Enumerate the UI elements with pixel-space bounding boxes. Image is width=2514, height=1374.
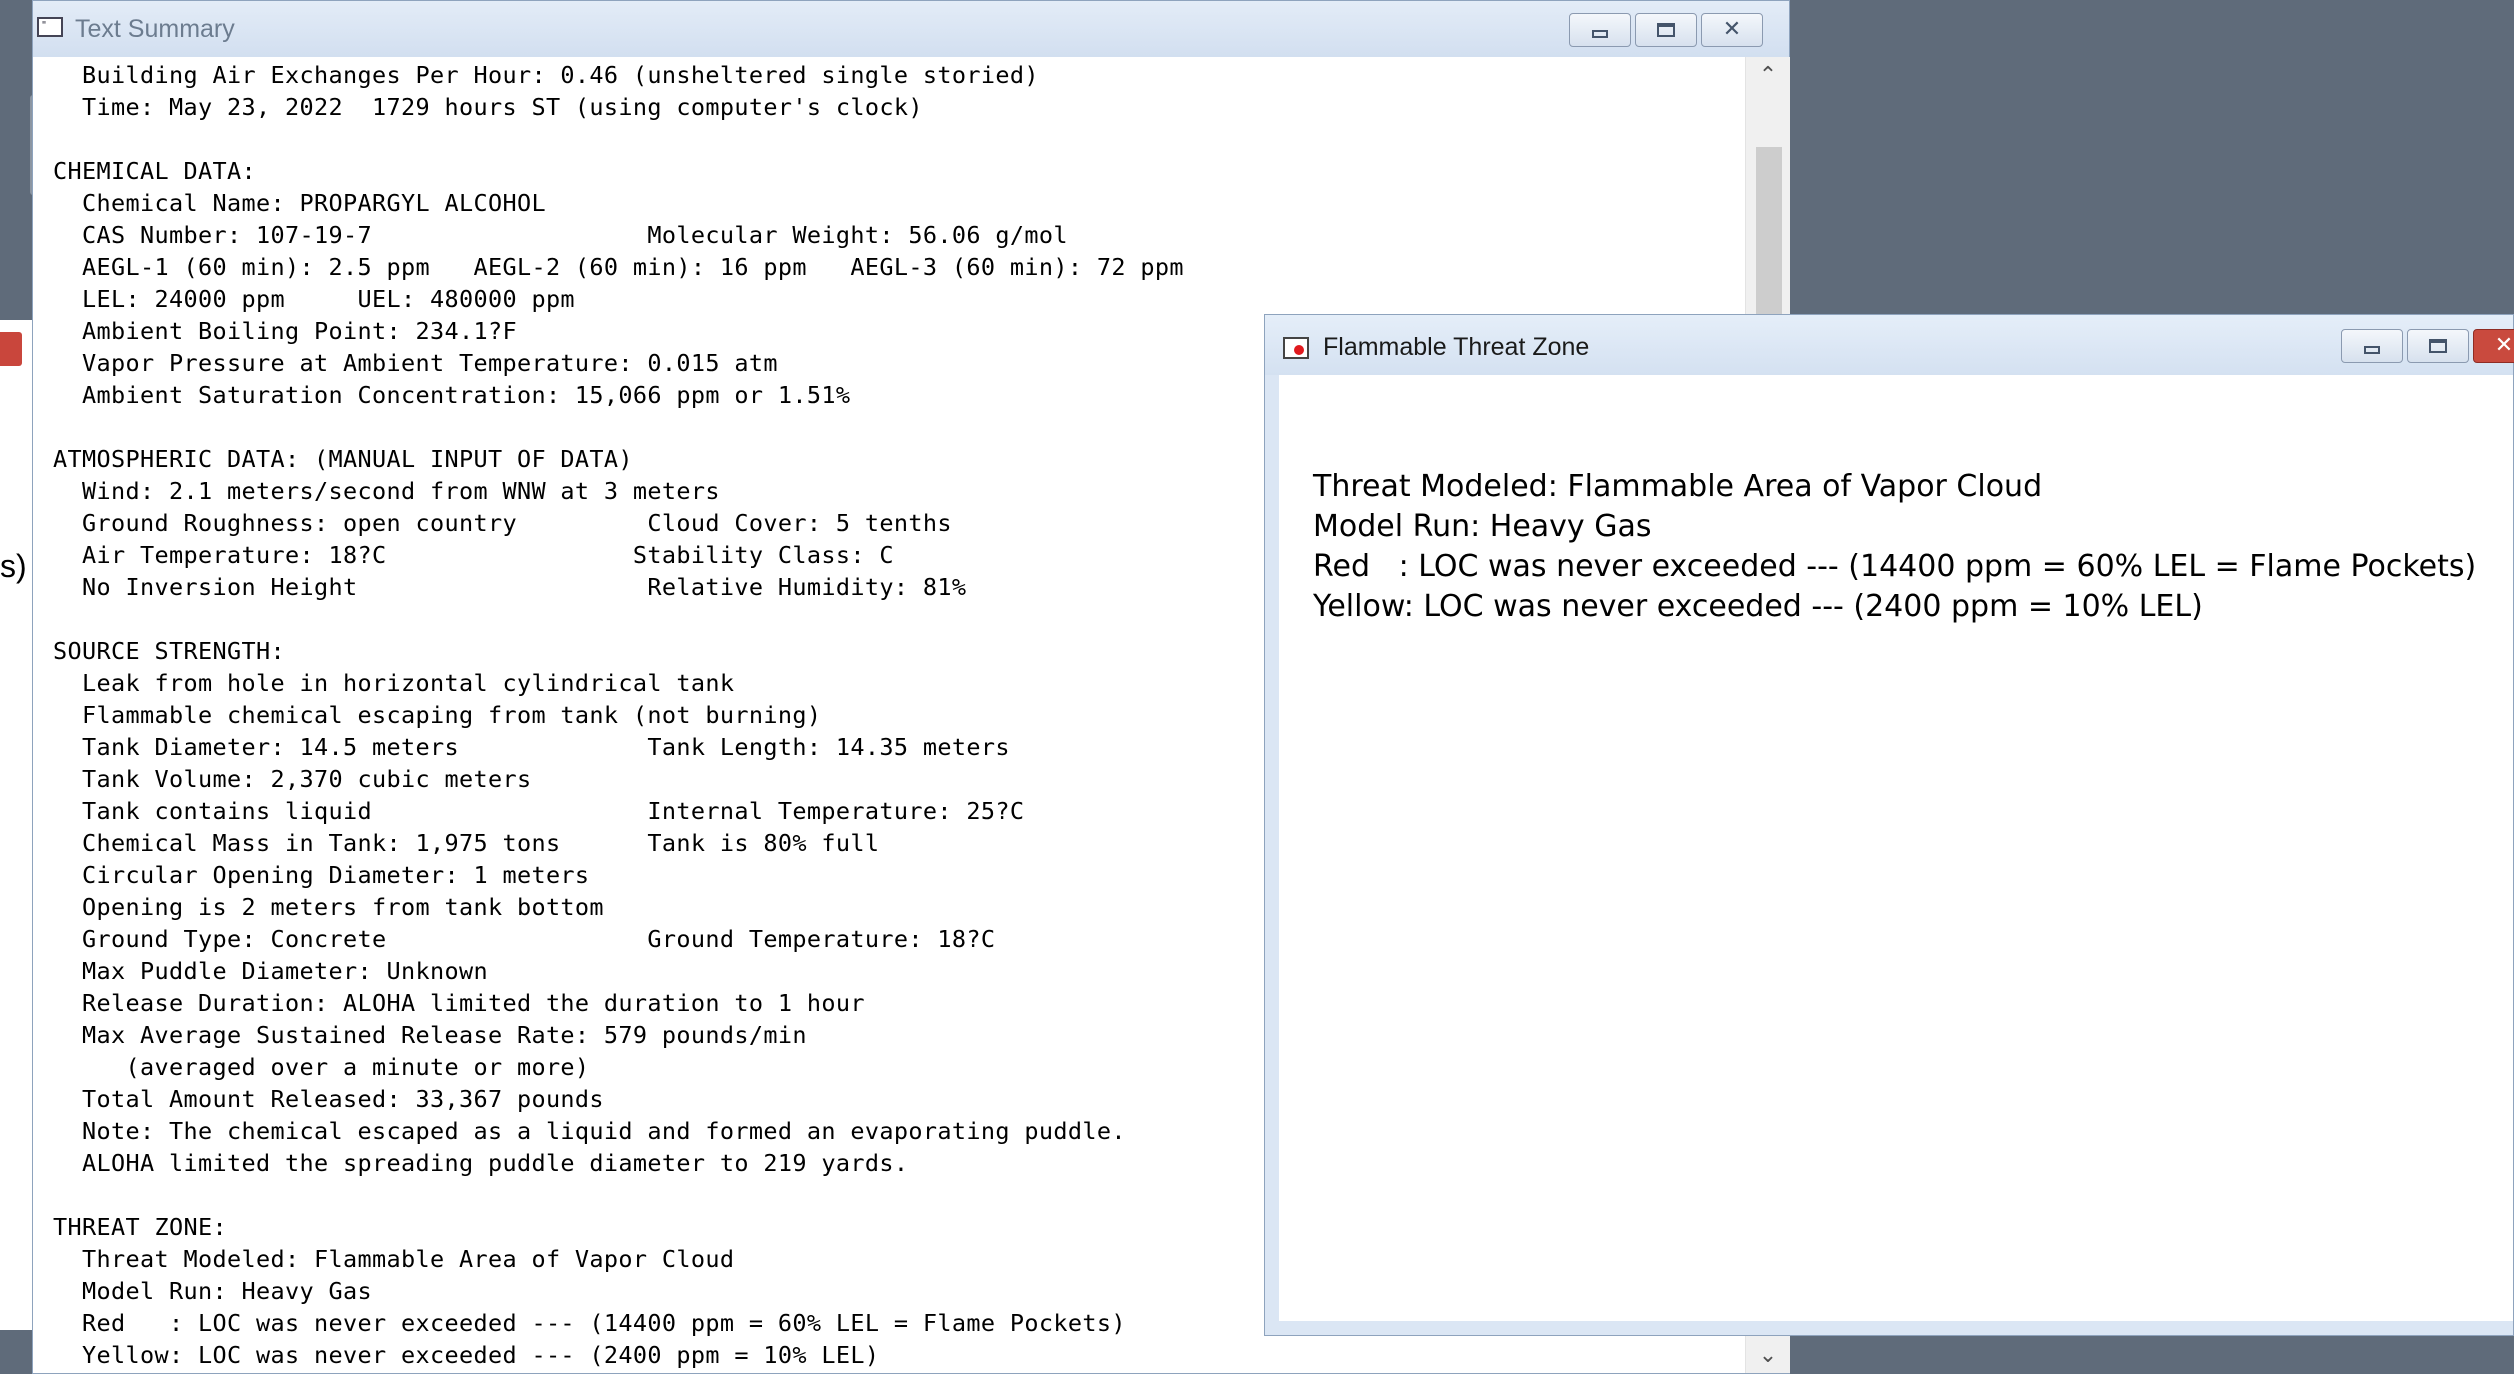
summary-line: Chemical Name: PROPARGYL ALCOHOL — [53, 189, 546, 217]
text-window-icon: " — [37, 17, 63, 37]
summary-line: Ground Type: Concrete Ground Temperature… — [53, 925, 996, 953]
summary-line: CAS Number: 107-19-7 Molecular Weight: 5… — [53, 221, 1068, 249]
summary-line: Note: The chemical escaped as a liquid a… — [53, 1117, 1126, 1145]
flammable-threat-zone-window: Flammable Threat Zone ✕ Threat Modeled: … — [1264, 314, 2514, 1336]
scroll-up-arrow-icon[interactable]: ⌃ — [1746, 59, 1790, 93]
summary-line: Leak from hole in horizontal cylindrical… — [53, 669, 735, 697]
close-icon: ✕ — [1722, 17, 1742, 42]
close-icon: ✕ — [2494, 333, 2514, 358]
summary-line — [53, 1179, 1184, 1211]
summary-line: Ground Roughness: open country Cloud Cov… — [53, 509, 952, 537]
summary-line: THREAT ZONE: — [53, 1213, 227, 1241]
maximize-icon — [1657, 23, 1675, 37]
flammable-threat-zone-title: Flammable Threat Zone — [1323, 333, 1590, 361]
background-window — [0, 320, 33, 1330]
minimize-icon — [2364, 346, 2380, 354]
summary-line: (averaged over a minute or more) — [53, 1053, 590, 1081]
threat-zone-summary: Threat Modeled: Flammable Area of Vapor … — [1313, 467, 2476, 627]
summary-line: Tank Diameter: 14.5 meters Tank Length: … — [53, 733, 1010, 761]
summary-line: LEL: 24000 ppm UEL: 480000 ppm — [53, 285, 575, 313]
flammable-threat-zone-titlebar[interactable]: Flammable Threat Zone ✕ — [1265, 315, 2514, 375]
minimize-button[interactable] — [1569, 13, 1631, 47]
maximize-button[interactable] — [1635, 13, 1697, 47]
threat-zone-line: Yellow: LOC was never exceeded --- (2400… — [1313, 589, 2203, 624]
summary-line — [53, 123, 1184, 155]
background-window-text: s) — [0, 548, 27, 584]
summary-line: Yellow: LOC was never exceeded --- (2400… — [53, 1341, 880, 1369]
summary-line: Tank Volume: 2,370 cubic meters — [53, 765, 532, 793]
summary-line: Tank contains liquid Internal Temperatur… — [53, 797, 1025, 825]
summary-line: ATMOSPHERIC DATA: (MANUAL INPUT OF DATA) — [53, 445, 633, 473]
summary-line: Total Amount Released: 33,367 pounds — [53, 1085, 604, 1113]
summary-line: Model Run: Heavy Gas — [53, 1277, 372, 1305]
ftz-minimize-button[interactable] — [2341, 329, 2403, 363]
scroll-down-arrow-icon[interactable]: ⌄ — [1746, 1339, 1790, 1373]
threat-zone-window-icon — [1283, 337, 1309, 359]
summary-line: Red : LOC was never exceeded --- (14400 … — [53, 1309, 1126, 1337]
summary-line: Ambient Saturation Concentration: 15,066… — [53, 381, 851, 409]
summary-line — [53, 603, 1184, 635]
summary-line: ALOHA limited the spreading puddle diame… — [53, 1149, 909, 1177]
text-summary-title: Text Summary — [75, 15, 235, 43]
minimize-icon — [1592, 30, 1608, 38]
summary-line: Opening is 2 meters from tank bottom — [53, 893, 604, 921]
threat-zone-line: Threat Modeled: Flammable Area of Vapor … — [1313, 469, 2043, 504]
summary-line: Wind: 2.1 meters/second from WNW at 3 me… — [53, 477, 720, 505]
summary-line: AEGL-1 (60 min): 2.5 ppm AEGL-2 (60 min)… — [53, 253, 1184, 281]
flammable-threat-zone-content: Threat Modeled: Flammable Area of Vapor … — [1279, 375, 2513, 1321]
text-summary-titlebar[interactable]: " Text Summary ✕ — [33, 1, 1789, 57]
summary-line — [53, 411, 1184, 443]
ftz-maximize-button[interactable] — [2407, 329, 2469, 363]
summary-line: Circular Opening Diameter: 1 meters — [53, 861, 590, 889]
summary-line: Max Puddle Diameter: Unknown — [53, 957, 488, 985]
summary-line: Time: May 23, 2022 1729 hours ST (using … — [53, 93, 923, 121]
summary-line: Chemical Mass in Tank: 1,975 tons Tank i… — [53, 829, 880, 857]
summary-line: Building Air Exchanges Per Hour: 0.46 (u… — [53, 61, 1039, 89]
summary-line: Flammable chemical escaping from tank (n… — [53, 701, 822, 729]
summary-line: CHEMICAL DATA: — [53, 157, 256, 185]
summary-line: No Inversion Height Relative Humidity: 8… — [53, 573, 967, 601]
summary-line: Air Temperature: 18?C Stability Class: C — [53, 541, 894, 569]
close-button[interactable]: ✕ — [1701, 13, 1763, 47]
maximize-icon — [2429, 339, 2447, 353]
summary-line: Ambient Boiling Point: 234.1?F — [53, 317, 517, 345]
text-summary-body: Building Air Exchanges Per Hour: 0.46 (u… — [53, 59, 1184, 1371]
threat-zone-line: Model Run: Heavy Gas — [1313, 509, 1652, 544]
summary-line: Threat Modeled: Flammable Area of Vapor … — [53, 1245, 735, 1273]
ftz-close-button[interactable]: ✕ — [2473, 329, 2514, 363]
summary-line: Release Duration: ALOHA limited the dura… — [53, 989, 865, 1017]
summary-line: Vapor Pressure at Ambient Temperature: 0… — [53, 349, 778, 377]
summary-line: SOURCE STRENGTH: — [53, 637, 285, 665]
summary-line: Max Average Sustained Release Rate: 579 … — [53, 1021, 807, 1049]
threat-zone-line: Red : LOC was never exceeded --- (14400 … — [1313, 549, 2477, 584]
scrollbar-thumb[interactable] — [1756, 147, 1782, 327]
background-window-close-icon[interactable] — [0, 332, 22, 366]
